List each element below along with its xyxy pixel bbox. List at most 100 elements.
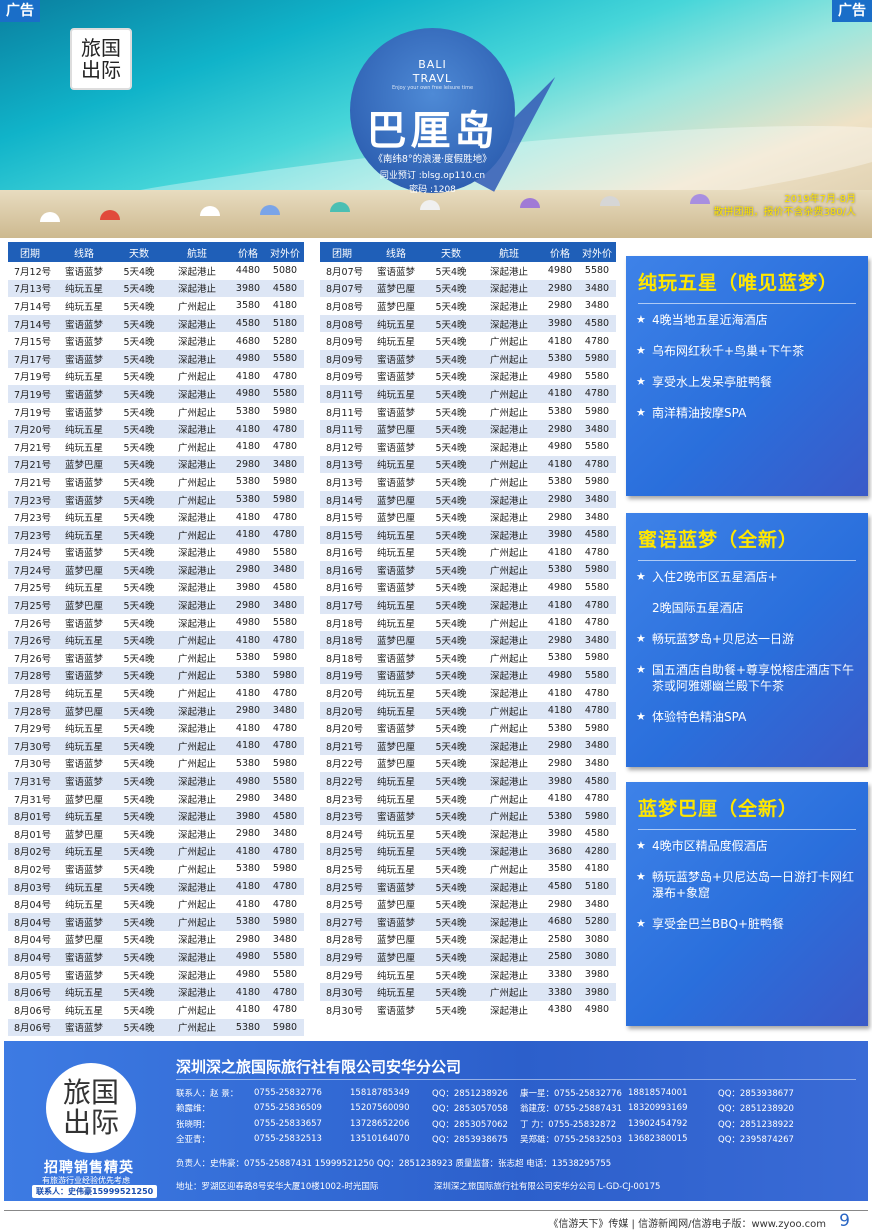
table-cell: 纯玩五星 <box>376 689 415 701</box>
table-cell: 5天4晚 <box>435 513 467 525</box>
table-cell: 纯玩五星 <box>376 777 415 789</box>
recruit-contact: 联系人：史伟豪15999521250 <box>32 1185 158 1198</box>
table-row: 7月19号 蜜语蓝梦 5天4晚 深起港止 4980 5580 <box>8 385 304 403</box>
table-row: 8月01号 纯玩五星 5天4晚 深起港止 3980 4580 <box>8 807 304 825</box>
table-cell: 5天4晚 <box>435 337 467 349</box>
password: 密码 :1208 <box>409 185 456 195</box>
table-cell: 7月25号 <box>14 583 52 595</box>
address-line: 地址：罗湖区迎春路8号安华大厦10楼1002-时光国际 深圳深之旅国际旅行社有限… <box>176 1180 660 1192</box>
table-cell: 7月24号 <box>14 548 52 560</box>
table-cell: 8月13号 <box>326 477 364 489</box>
table-cell: 5580 <box>272 969 298 981</box>
table-cell: 5380 <box>547 564 573 576</box>
subtitle: 《南纬8°的浪漫·度假胜地》 <box>373 154 492 165</box>
table-cell: 5天4晚 <box>123 636 155 648</box>
table-row: 8月06号 纯玩五星 5天4晚 广州起止 4180 4780 <box>8 1001 304 1019</box>
table-cell: 7月23号 <box>14 513 52 525</box>
table-cell: 纯玩五星 <box>64 372 103 384</box>
table-cell: 深起港止 <box>177 952 216 964</box>
table-row: 7月30号 蜜语蓝梦 5天4晚 广州起止 5380 5980 <box>8 755 304 773</box>
table-cell: 4380 <box>547 1004 573 1016</box>
table-cell: 5980 <box>584 564 610 576</box>
table-cell: 3080 <box>584 951 610 963</box>
table-cell: 3480 <box>272 458 298 470</box>
table-cell: 8月18号 <box>326 618 364 630</box>
table-cell: 8月12号 <box>326 442 364 454</box>
contact-cell: 全亚青： <box>176 1135 211 1146</box>
table-cell: 3480 <box>272 828 298 840</box>
table-cell: 深起港止 <box>489 900 528 912</box>
table-cell: 8月16号 <box>326 583 364 595</box>
contact-row: 全亚青： 0755-25832513 13510164070 QQ：285393867… <box>176 1132 798 1148</box>
table-row: 7月24号 蓝梦巴厘 5天4晚 深起港止 2980 3480 <box>8 561 304 579</box>
table-cell: 广州起止 <box>489 389 528 401</box>
table-cell: 5天4晚 <box>123 900 155 912</box>
table-cell: 纯玩五星 <box>376 794 415 806</box>
star-icon: ★ <box>636 710 646 723</box>
table-cell: 8月15号 <box>326 513 364 525</box>
panel-item: ★ 畅玩蓝梦岛+贝尼达岛一日游打卡网红瀑布+象窟 <box>636 870 855 900</box>
table-cell: 深起港止 <box>489 583 528 595</box>
table-cell: 广州起止 <box>177 847 216 859</box>
table-cell: 4780 <box>272 1004 298 1016</box>
table-cell: 5天4晚 <box>435 495 467 507</box>
table-cell: 3980 <box>235 282 261 294</box>
ad-label-left: 广告 <box>0 0 40 22</box>
table-row: 8月25号 纯玩五星 5天4晚 深起港止 3680 4280 <box>320 842 616 861</box>
table-row: 8月04号 蜜语蓝梦 5天4晚 深起港止 4980 5580 <box>8 948 304 966</box>
star-icon: ★ <box>636 570 646 583</box>
table-row: 8月20号 纯玩五星 5天4晚 深起港止 4180 4780 <box>320 684 616 702</box>
table-cell: 4980 <box>235 775 261 787</box>
table-cell: 2980 <box>547 300 573 312</box>
table-row: 8月25号 蜜语蓝梦 5天4晚 深起港止 4580 5180 <box>320 877 616 896</box>
table-cell: 4180 <box>235 441 261 453</box>
table-cell: 蓝梦巴厘 <box>64 460 103 472</box>
table-cell: 5380 <box>547 722 573 734</box>
table-cell: 纯玩五星 <box>64 530 103 542</box>
table-cell: 3480 <box>272 705 298 717</box>
table-cell: 蜜语蓝梦 <box>376 354 415 366</box>
table-cell: 8月22号 <box>326 777 364 789</box>
contact-cell: QQ：2853938675 <box>432 1135 508 1146</box>
table-row: 8月23号 蜜语蓝梦 5天4晚 广州起止 5380 5980 <box>320 807 616 825</box>
table-cell: 广州起止 <box>177 1005 216 1017</box>
table-cell: 5天4晚 <box>123 794 155 806</box>
table-row: 8月08号 蓝梦巴厘 5天4晚 深起港止 2980 3480 <box>320 297 616 315</box>
table-cell: 蜜语蓝梦 <box>64 495 103 507</box>
table-cell: 深起港止 <box>177 970 216 982</box>
table-cell: 8月21号 <box>326 741 364 753</box>
contact-cell: 张晓明： <box>176 1119 211 1130</box>
table-cell: 深起港止 <box>177 425 216 437</box>
table-cell: 5580 <box>272 353 298 365</box>
table-cell: 纯玩五星 <box>64 741 103 753</box>
star-icon: ★ <box>636 839 646 852</box>
table-cell: 蓝梦巴厘 <box>376 759 415 771</box>
table-cell: 5天4晚 <box>123 970 155 982</box>
contact-cell: 13682380015 <box>628 1134 688 1145</box>
table-cell: 7月14号 <box>14 301 52 313</box>
panel-item: ★ 国五酒店自助餐+尊享悦榕庄酒店下午茶或阿雅娜幽兰殿下午茶 <box>636 663 855 693</box>
table-cell: 深起港止 <box>489 952 528 964</box>
table-cell: 5天4晚 <box>435 706 467 718</box>
table-cell: 蜜语蓝梦 <box>376 266 415 278</box>
table-cell: 5天4晚 <box>123 1023 155 1035</box>
divider <box>176 1079 856 1080</box>
table-row: 8月16号 蜜语蓝梦 5天4晚 深起港止 4980 5580 <box>320 579 616 597</box>
table-cell: 5天4晚 <box>123 671 155 683</box>
address: 地址：罗湖区迎春路8号安华大厦10楼1002-时光国际 <box>176 1182 379 1192</box>
table-cell: 广州起止 <box>177 301 216 313</box>
table-cell: 4580 <box>547 881 573 893</box>
table-cell: 4980 <box>235 617 261 629</box>
contact-cell: 18320993169 <box>628 1103 688 1114</box>
table-cell: 纯玩五星 <box>64 882 103 894</box>
table-cell: 5980 <box>272 476 298 488</box>
table-cell: 5980 <box>272 863 298 875</box>
contact-row: 张晓明： 0755-25833657 13728652206 QQ：285305706… <box>176 1116 798 1132</box>
table-cell: 5天4晚 <box>435 653 467 665</box>
table-row: 7月25号 纯玩五星 5天4晚 深起港止 3980 4580 <box>8 579 304 597</box>
table-cell: 7月14号 <box>14 319 52 331</box>
table-cell: 纯玩五星 <box>64 689 103 701</box>
table-cell: 广州起止 <box>177 741 216 753</box>
table-cell: 蜜语蓝梦 <box>376 671 415 683</box>
table-cell: 5天4晚 <box>435 601 467 613</box>
